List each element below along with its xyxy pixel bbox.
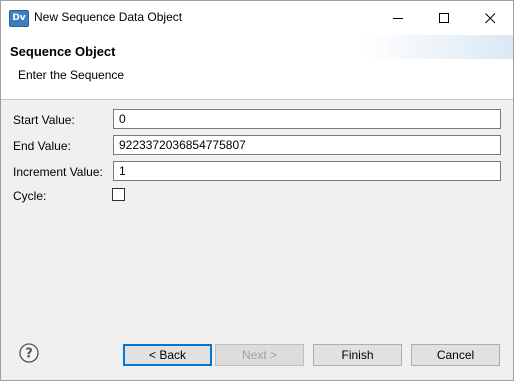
- increment-value-input[interactable]: [113, 161, 501, 181]
- next-button[interactable]: Next >: [215, 344, 304, 366]
- cycle-row: Cycle:: [1, 185, 513, 207]
- title-bar[interactable]: Dv New Sequence Data Object: [1, 1, 513, 35]
- start-value-label: Start Value:: [13, 113, 75, 127]
- page-description: Enter the Sequence: [18, 68, 125, 82]
- svg-text:?: ?: [25, 347, 33, 362]
- minimize-button[interactable]: [375, 1, 421, 35]
- close-icon: [485, 13, 496, 24]
- close-button[interactable]: [467, 1, 513, 35]
- minimize-icon: [393, 18, 403, 19]
- finish-button[interactable]: Finish: [313, 344, 402, 366]
- dialog-window: Dv New Sequence Data Object Sequence Obj…: [0, 0, 514, 381]
- help-button[interactable]: ?: [19, 343, 39, 363]
- window-title: New Sequence Data Object: [34, 10, 183, 24]
- cycle-label: Cycle:: [13, 189, 47, 203]
- wizard-header-banner: Sequence Object Enter the Sequence: [1, 35, 513, 100]
- banner-decoration: [363, 35, 513, 59]
- maximize-icon: [439, 13, 449, 23]
- cycle-checkbox[interactable]: [112, 188, 125, 201]
- back-button[interactable]: < Back: [123, 344, 212, 366]
- maximize-button[interactable]: [421, 1, 467, 35]
- start-value-input[interactable]: [113, 109, 501, 129]
- end-value-input[interactable]: [113, 135, 501, 155]
- end-value-label: End Value:: [13, 139, 71, 153]
- increment-value-label: Increment Value:: [13, 165, 103, 179]
- help-icon: ?: [19, 343, 39, 363]
- end-value-row: End Value:: [1, 135, 513, 157]
- start-value-row: Start Value:: [1, 109, 513, 131]
- increment-value-row: Increment Value:: [1, 161, 513, 183]
- page-title: Sequence Object: [10, 44, 116, 59]
- dv-app-icon: Dv: [9, 10, 29, 27]
- cancel-button[interactable]: Cancel: [411, 344, 500, 366]
